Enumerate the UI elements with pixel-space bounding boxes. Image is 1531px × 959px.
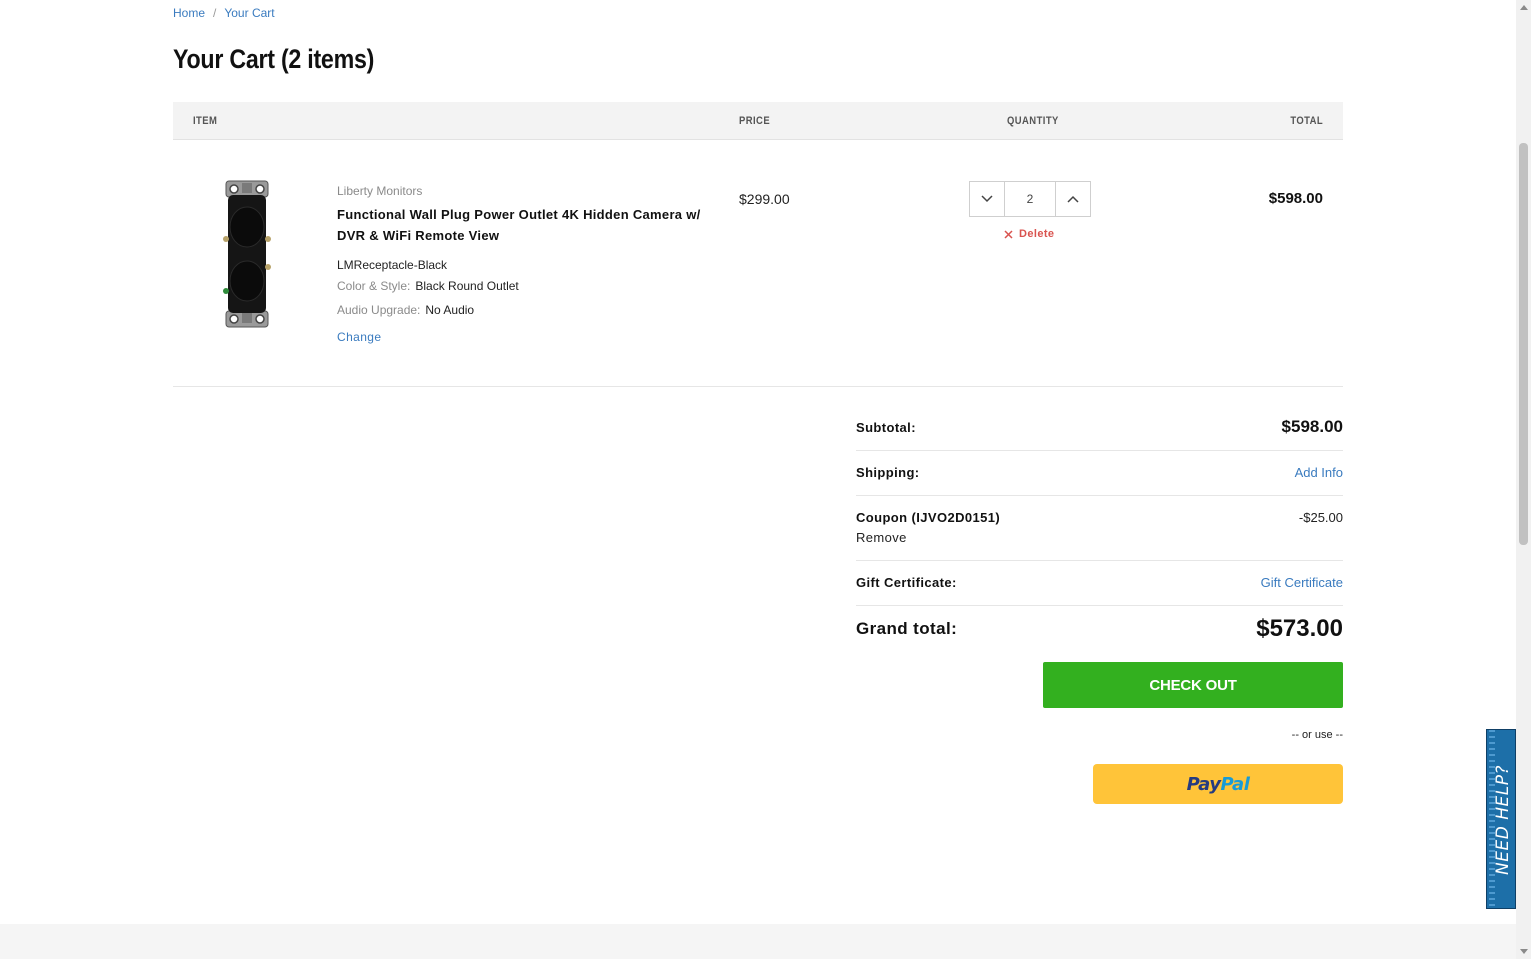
paypal-button[interactable]: Pay Pal bbox=[1093, 764, 1343, 804]
quantity-stepper bbox=[969, 181, 1091, 217]
product-image[interactable] bbox=[218, 179, 276, 329]
gift-certificate-row: Gift Certificate: Gift Certificate bbox=[856, 561, 1343, 606]
page-title: Your Cart (2 items) bbox=[173, 44, 375, 74]
page-scrollbar[interactable] bbox=[1516, 0, 1531, 959]
product-brand: Liberty Monitors bbox=[337, 184, 423, 198]
close-icon bbox=[1004, 229, 1013, 239]
gift-certificate-link[interactable]: Gift Certificate bbox=[1261, 575, 1343, 590]
coupon-value: -$25.00 bbox=[1298, 510, 1343, 525]
header-quantity: QUANTITY bbox=[1007, 115, 1059, 127]
cart-table-header: ITEM PRICE QUANTITY TOTAL bbox=[173, 102, 1343, 140]
header-item: ITEM bbox=[193, 115, 218, 127]
breadcrumb-separator: / bbox=[213, 6, 217, 20]
delete-label: Delete bbox=[1019, 228, 1055, 240]
gift-certificate-label: Gift Certificate: bbox=[856, 575, 957, 590]
product-name-link[interactable]: Functional Wall Plug Power Outlet 4K Hid… bbox=[337, 204, 707, 246]
option-value: No Audio bbox=[425, 303, 475, 317]
paypal-logo-part: Pay bbox=[1186, 773, 1221, 795]
breadcrumb-current-link[interactable]: Your Cart bbox=[224, 6, 274, 20]
chevron-up-icon bbox=[1067, 195, 1079, 203]
subtotal-label: Subtotal: bbox=[856, 420, 916, 435]
scroll-down-icon[interactable] bbox=[1520, 949, 1528, 954]
grand-total-value: $573.00 bbox=[1256, 615, 1343, 642]
subtotal-row: Subtotal: $598.00 bbox=[856, 406, 1343, 451]
remove-coupon-link[interactable]: Remove bbox=[856, 530, 907, 545]
breadcrumb-home-link[interactable]: Home bbox=[173, 6, 205, 20]
scrollbar-thumb[interactable] bbox=[1519, 143, 1528, 545]
paypal-logo-part: Pal bbox=[1220, 773, 1250, 795]
quantity-decrease-button[interactable] bbox=[970, 182, 1005, 216]
option-label: Color & Style: bbox=[337, 279, 411, 293]
or-use-divider: -- or use -- bbox=[1291, 729, 1343, 741]
coupon-label: Coupon (IJVO2D0151) bbox=[856, 510, 1001, 525]
delete-item-button[interactable]: Delete bbox=[1004, 228, 1054, 240]
cart-item-row: Liberty Monitors Functional Wall Plug Po… bbox=[173, 141, 1343, 387]
header-price: PRICE bbox=[739, 115, 771, 127]
grand-total-label: Grand total: bbox=[856, 619, 958, 638]
product-option-audio: Audio Upgrade: No Audio bbox=[337, 303, 474, 317]
breadcrumb: Home / Your Cart bbox=[173, 6, 275, 20]
cart-summary: Subtotal: $598.00 Shipping: Add Info Cou… bbox=[856, 406, 1343, 652]
unit-price: $299.00 bbox=[739, 191, 790, 207]
product-sku: LMReceptacle-Black bbox=[337, 258, 448, 272]
footer bbox=[0, 924, 1516, 959]
chevron-down-icon bbox=[981, 195, 993, 203]
option-label: Audio Upgrade: bbox=[337, 303, 421, 317]
change-options-link[interactable]: Change bbox=[337, 330, 381, 344]
shipping-row: Shipping: Add Info bbox=[856, 451, 1343, 496]
header-total: TOTAL bbox=[1290, 115, 1323, 127]
shipping-label: Shipping: bbox=[856, 465, 920, 480]
grand-total-row: Grand total: $573.00 bbox=[856, 606, 1343, 652]
quantity-increase-button[interactable] bbox=[1055, 182, 1090, 216]
line-total: $598.00 bbox=[1268, 190, 1323, 207]
subtotal-value: $598.00 bbox=[1281, 417, 1343, 436]
need-help-tab[interactable]: NEED HELP? bbox=[1486, 729, 1516, 909]
product-option-color: Color & Style: Black Round Outlet bbox=[337, 279, 519, 293]
coupon-row: Coupon (IJVO2D0151) Remove -$25.00 bbox=[856, 496, 1343, 561]
add-shipping-info-link[interactable]: Add Info bbox=[1295, 465, 1343, 480]
option-value: Black Round Outlet bbox=[415, 279, 519, 293]
checkout-button[interactable]: CHECK OUT bbox=[1043, 662, 1343, 708]
quantity-input[interactable] bbox=[1005, 182, 1055, 216]
need-help-label: NEED HELP? bbox=[1493, 765, 1513, 875]
scroll-up-icon[interactable] bbox=[1520, 5, 1528, 10]
